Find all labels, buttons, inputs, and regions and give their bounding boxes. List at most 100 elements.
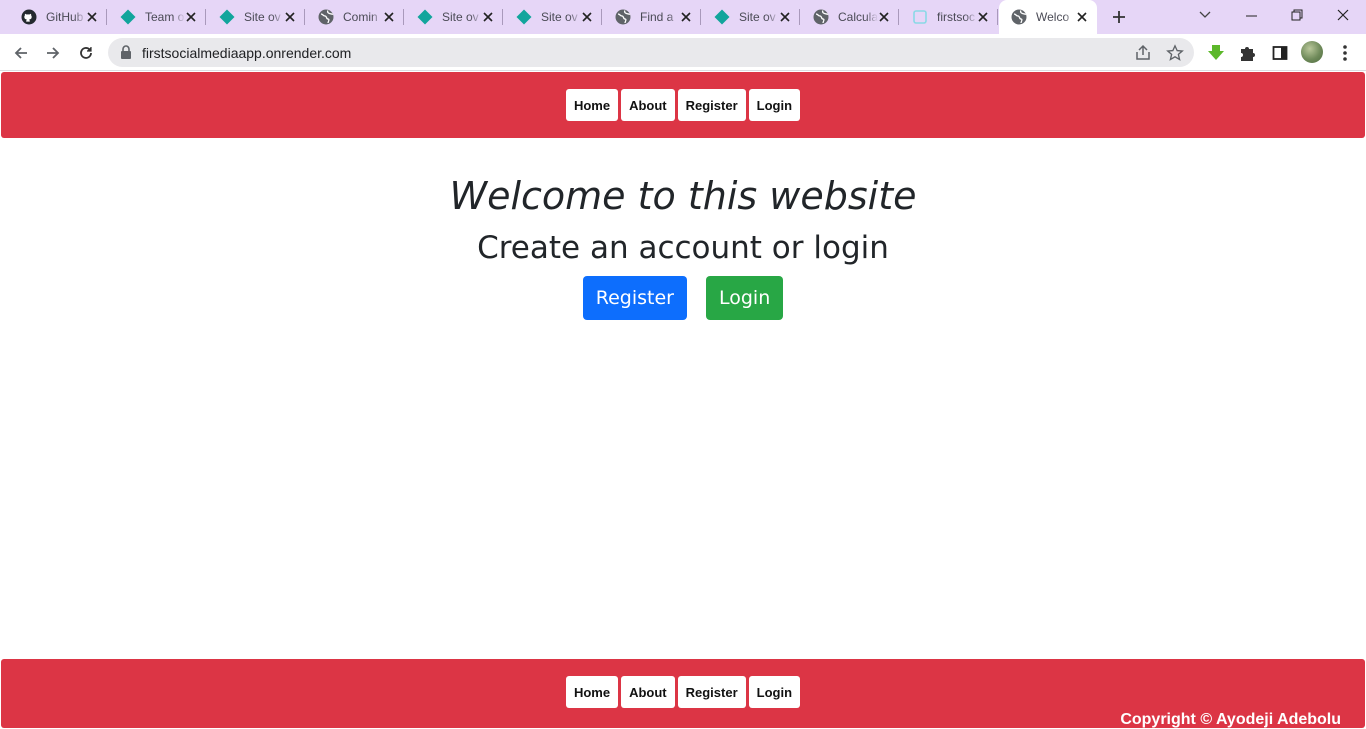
plus-icon — [1113, 11, 1125, 23]
browser-tab[interactable]: GitHub — [9, 0, 107, 34]
tab-title: Comin — [343, 10, 378, 24]
tab-title: Team o — [145, 10, 185, 24]
globe-icon — [813, 9, 829, 25]
browser-tab[interactable]: Site ov — [405, 0, 503, 34]
browser-tab[interactable]: firstsoc — [900, 0, 998, 34]
tab-separator — [601, 9, 602, 25]
close-tab-icon[interactable] — [481, 10, 495, 24]
tab-title: Calcula — [838, 10, 878, 24]
tab-separator — [205, 9, 206, 25]
footer-about-link[interactable]: About — [621, 676, 675, 708]
side-panel-button[interactable] — [1270, 43, 1290, 63]
profile-avatar[interactable] — [1301, 41, 1323, 63]
nav-login-link[interactable]: Login — [748, 89, 801, 121]
close-tab-icon[interactable] — [679, 10, 693, 24]
url-text[interactable]: firstsocialmediaapp.onrender.com — [142, 45, 351, 61]
web-page: Home About Register Login Welcome to thi… — [0, 72, 1366, 728]
download-arrow-icon — [1208, 45, 1224, 60]
browser-tab[interactable]: Site ov — [207, 0, 305, 34]
extensions-button[interactable] — [1238, 43, 1258, 63]
chevron-down-icon — [1199, 11, 1211, 18]
browser-tab[interactable]: Site ov — [504, 0, 602, 34]
globe-icon — [1011, 9, 1027, 25]
close-tab-icon[interactable] — [580, 10, 594, 24]
kebab-menu-icon — [1343, 45, 1347, 61]
back-button[interactable] — [10, 42, 32, 64]
square-icon — [912, 9, 928, 25]
share-icon[interactable] — [1134, 44, 1152, 62]
browser-tab[interactable]: Team o — [108, 0, 206, 34]
bookmark-star-icon[interactable] — [1166, 44, 1184, 62]
footer-home-link[interactable]: Home — [565, 676, 619, 708]
tab-title: firstsoc — [937, 10, 976, 24]
arrow-left-icon — [14, 47, 27, 59]
tab-separator — [106, 9, 107, 25]
browser-tab-strip: GitHub Team o Site ov Comin Site ov Site ov Fi… — [0, 0, 1366, 34]
tab-title: Find a — [640, 10, 674, 24]
globe-icon — [615, 9, 631, 25]
tab-title: Site ov — [541, 10, 578, 24]
nav-register-link[interactable]: Register — [677, 89, 746, 121]
arrow-right-icon — [47, 47, 60, 59]
nav-about-link[interactable]: About — [621, 89, 675, 121]
restore-button[interactable] — [1274, 0, 1320, 30]
browser-tab[interactable]: Calcula — [801, 0, 899, 34]
tab-search-button[interactable] — [1182, 0, 1228, 30]
tab-title: Welco — [1036, 10, 1070, 24]
reload-button[interactable] — [75, 42, 97, 64]
tab-separator — [502, 9, 503, 25]
tab-separator — [403, 9, 404, 25]
minimize-button[interactable] — [1228, 0, 1274, 30]
tab-separator — [898, 9, 899, 25]
tab-separator — [799, 9, 800, 25]
page-title: Welcome to this website — [449, 174, 917, 218]
restore-icon — [1291, 9, 1303, 21]
side-panel-icon — [1272, 46, 1288, 60]
tab-separator — [304, 9, 305, 25]
browser-tab[interactable]: Welco — [999, 0, 1097, 34]
diamond-icon — [120, 9, 136, 25]
tab-title: Site ov — [244, 10, 281, 24]
browser-tab[interactable]: Find a — [603, 0, 701, 34]
footer-login-link[interactable]: Login — [748, 676, 801, 708]
login-button[interactable]: Login — [705, 276, 784, 320]
diamond-icon — [219, 9, 235, 25]
close-tab-icon[interactable] — [382, 10, 396, 24]
footer-register-link[interactable]: Register — [677, 676, 746, 708]
tab-title: GitHub — [46, 10, 84, 24]
tab-separator — [997, 9, 998, 25]
close-tab-icon[interactable] — [283, 10, 297, 24]
github-icon — [21, 9, 37, 25]
footer-navbar: Home About Register Login Copyright © Ay… — [1, 659, 1365, 728]
reload-icon — [80, 47, 92, 59]
browser-toolbar: firstsocialmediaapp.onrender.com — [0, 34, 1366, 71]
page-subtitle: Create an account or login — [477, 230, 889, 266]
browser-tab[interactable]: Site ov — [702, 0, 800, 34]
lock-icon — [121, 45, 131, 59]
new-tab-button[interactable] — [1108, 6, 1130, 28]
diamond-icon — [516, 9, 532, 25]
diamond-icon — [714, 9, 730, 25]
top-navbar: Home About Register Login — [1, 72, 1365, 138]
tab-separator — [700, 9, 701, 25]
tab-title: Site ov — [739, 10, 776, 24]
register-button[interactable]: Register — [582, 276, 687, 320]
close-tab-icon[interactable] — [976, 10, 990, 24]
minimize-icon — [1245, 15, 1257, 16]
puzzle-icon — [1241, 47, 1255, 61]
extension-download-icon[interactable] — [1206, 43, 1226, 63]
close-tab-icon[interactable] — [877, 10, 891, 24]
close-tab-icon[interactable] — [1075, 10, 1089, 24]
close-icon — [1337, 9, 1349, 21]
menu-button[interactable] — [1335, 43, 1355, 63]
address-bar[interactable]: firstsocialmediaapp.onrender.com — [108, 38, 1194, 67]
close-window-button[interactable] — [1320, 0, 1366, 30]
nav-home-link[interactable]: Home — [565, 89, 619, 121]
forward-button[interactable] — [42, 42, 64, 64]
diamond-icon — [417, 9, 433, 25]
close-tab-icon[interactable] — [85, 10, 99, 24]
close-tab-icon[interactable] — [184, 10, 198, 24]
hero-section: Welcome to this website Create an accoun… — [0, 172, 1366, 320]
browser-tab[interactable]: Comin — [306, 0, 404, 34]
close-tab-icon[interactable] — [778, 10, 792, 24]
